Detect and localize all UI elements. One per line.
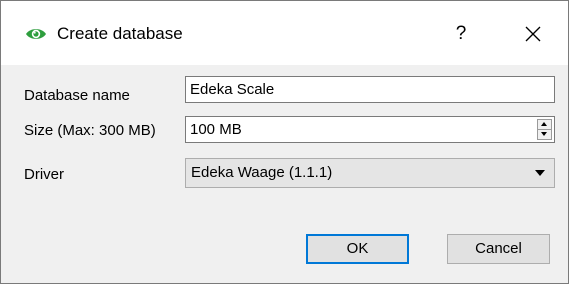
dialog-content: Database name Size (Max: 300 MB) Driver …: [1, 65, 568, 283]
spin-buttons: [537, 119, 552, 140]
driver-label: Driver: [24, 166, 64, 183]
size-label: Size (Max: 300 MB): [24, 122, 156, 139]
cancel-button[interactable]: Cancel: [447, 234, 550, 264]
title-bar[interactable]: Create database ?: [1, 1, 568, 65]
close-icon: [513, 26, 553, 55]
spin-down-button[interactable]: [538, 130, 551, 139]
database-name-field[interactable]: [185, 76, 555, 103]
eye-icon: [25, 26, 47, 42]
dialog-title: Create database: [57, 24, 183, 43]
close-button[interactable]: [513, 17, 553, 51]
database-name-label: Database name: [24, 87, 130, 104]
help-button[interactable]: ?: [441, 17, 481, 51]
arrow-down-icon: [541, 132, 547, 136]
ok-button[interactable]: OK: [306, 234, 409, 264]
chevron-down-icon: [535, 170, 545, 176]
driver-select[interactable]: Edeka Waage (1.1.1): [185, 158, 555, 188]
arrow-up-icon: [541, 122, 547, 126]
size-stepper[interactable]: [185, 116, 555, 143]
size-field[interactable]: [186, 117, 526, 142]
driver-selected-value: Edeka Waage (1.1.1): [191, 164, 333, 181]
spin-up-button[interactable]: [538, 120, 551, 130]
create-database-dialog: Create database ? Database name Size (Ma…: [0, 0, 569, 284]
